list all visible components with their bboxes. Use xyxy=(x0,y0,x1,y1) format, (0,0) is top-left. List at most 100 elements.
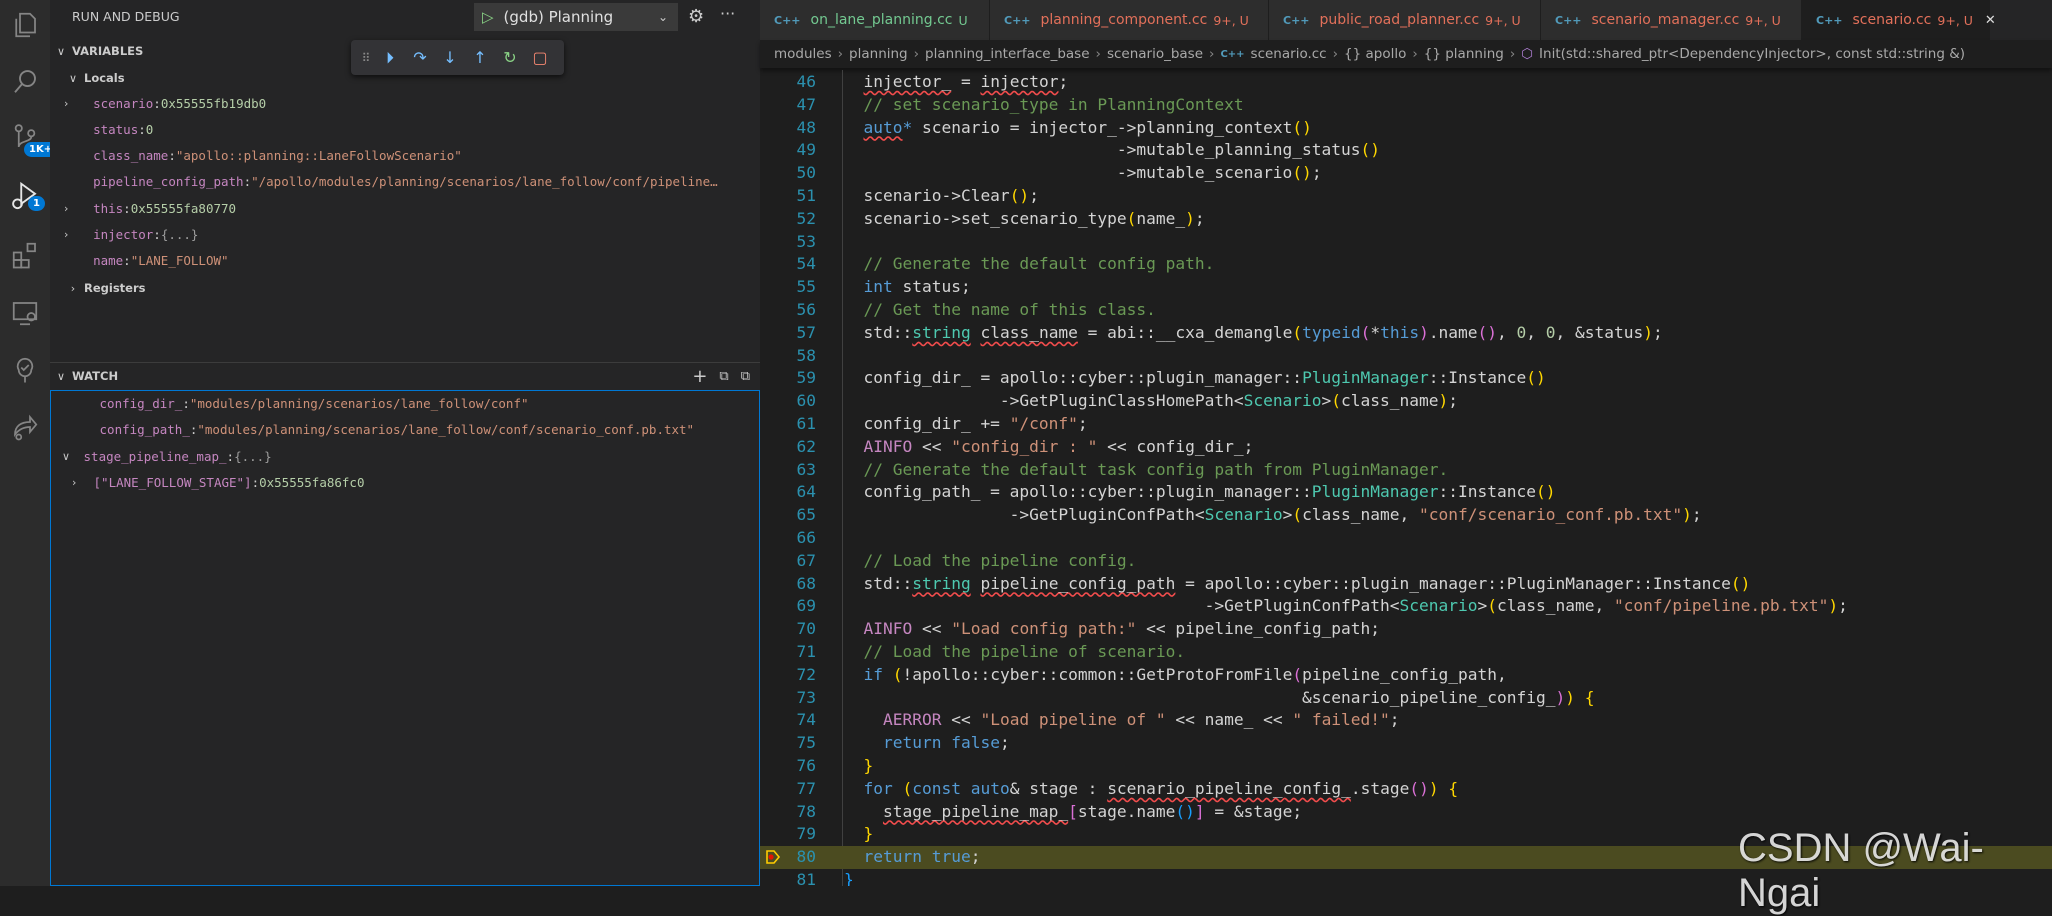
code-line[interactable]: 77 for (const auto& stage : scenario_pip… xyxy=(760,778,2052,801)
code-line[interactable]: 70 AINFO << "Load config path:" << pipel… xyxy=(760,618,2052,641)
code-line[interactable]: 75 return false; xyxy=(760,732,2052,755)
code-line[interactable]: 55 int status; xyxy=(760,276,2052,299)
close-icon[interactable]: ✕ xyxy=(1985,13,1996,28)
code-line[interactable]: 49 ->mutable_planning_status() xyxy=(760,139,2052,162)
watch-row[interactable]: config_dir_: "modules/planning/scenarios… xyxy=(50,390,755,416)
variable-row[interactable]: › scenario: 0x55555fb19db0 xyxy=(50,90,755,116)
breadcrumb-item[interactable]: planning_interface_base xyxy=(925,46,1089,62)
run-debug-icon[interactable]: 1 xyxy=(10,180,45,211)
add-expression-icon[interactable]: + xyxy=(692,366,707,387)
chevron-down-icon[interactable]: ∨ xyxy=(62,450,76,463)
code-editor[interactable]: 46 injector_ = injector; 47 // set scenar… xyxy=(760,70,2052,886)
launch-config-dropdown[interactable]: ▷ (gdb) Planning ⌄ xyxy=(474,3,678,31)
variable-row[interactable]: › injector: {...} xyxy=(50,222,755,248)
code-token: = abi::__cxa_demangle xyxy=(1077,322,1293,342)
watch-row[interactable]: config_path_: "modules/planning/scenario… xyxy=(50,417,755,443)
variable-row[interactable]: pipeline_config_path: "/apollo/modules/p… xyxy=(50,169,755,195)
chevron-right-icon[interactable]: › xyxy=(64,97,78,110)
variable-row[interactable]: name: "LANE_FOLLOW" xyxy=(50,248,755,274)
tab-scenario_manager-cc[interactable]: C++ scenario_manager.cc 9+, U xyxy=(1541,0,1802,40)
code-line[interactable]: 46 injector_ = injector; xyxy=(760,71,2052,94)
code-line[interactable]: 67 // Load the pipeline config. xyxy=(760,550,2052,573)
variable-row[interactable]: class_name: "apollo::planning::LaneFollo… xyxy=(50,143,755,169)
watch-row[interactable]: › ["LANE_FOLLOW_STAGE"]: 0x55555fa86fc0 xyxy=(50,470,755,496)
explorer-icon[interactable] xyxy=(10,10,40,40)
tab-on_lane_planning-cc[interactable]: C++ on_lane_planning.cc U xyxy=(760,0,990,40)
code-line[interactable]: 54 // Generate the default config path. xyxy=(760,253,2052,276)
code-line[interactable]: 74 AERROR << "Load pipeline of " << name… xyxy=(760,709,2052,732)
code-line[interactable]: 48 auto* scenario = injector_->planning_… xyxy=(760,117,2052,140)
code-line[interactable]: 69 ->GetPluginConfPath<Scenario>(class_n… xyxy=(760,595,2052,618)
step-into-icon[interactable]: ↓ xyxy=(439,47,461,69)
current-stack-frame-icon[interactable] xyxy=(765,849,781,865)
code-line[interactable]: 73 &scenario_pipeline_config_)) { xyxy=(760,687,2052,710)
extensions-icon[interactable] xyxy=(10,240,40,270)
gear-icon[interactable]: ⚙ xyxy=(688,6,704,27)
code-line[interactable]: 78 stage_pipeline_map_[stage.name()] = &… xyxy=(760,801,2052,824)
code-line[interactable]: 59 config_dir_ = apollo::cyber::plugin_m… xyxy=(760,367,2052,390)
tab-planning_component-cc[interactable]: C++ planning_component.cc 9+, U xyxy=(990,0,1269,40)
code-line[interactable]: 60 ->GetPluginClassHomePath<Scenario>(cl… xyxy=(760,390,2052,413)
breadcrumb-item[interactable]: {} planning xyxy=(1424,46,1504,62)
code-token: } xyxy=(863,756,874,775)
testing-icon[interactable] xyxy=(10,355,40,385)
code-token: << config_dir_; xyxy=(1097,436,1254,456)
code-token: // Load the pipeline of scenario. xyxy=(863,642,1186,661)
code-line[interactable]: 62 AINFO << "config_dir : " << config_di… xyxy=(760,436,2052,459)
tab-public_road_planner-cc[interactable]: C++ public_road_planner.cc 9+, U xyxy=(1269,0,1541,40)
tab-scenario-cc[interactable]: C++ scenario.cc 9+, U ✕ xyxy=(1802,0,1996,40)
code-line[interactable]: 63 // Generate the default task config p… xyxy=(760,459,2052,482)
breadcrumb-item[interactable]: scenario.cc xyxy=(1251,46,1327,62)
breadcrumb-item[interactable]: planning xyxy=(849,46,908,62)
collapse-all-icon[interactable]: ⧉ xyxy=(719,369,728,384)
code-line[interactable]: 61 config_dir_ += "/conf"; xyxy=(760,413,2052,436)
watch-row[interactable]: ∨ stage_pipeline_map_: {...} xyxy=(50,443,755,469)
code-token: << xyxy=(912,619,952,639)
line-number: 59 xyxy=(796,368,817,388)
code-line[interactable]: 53 xyxy=(760,231,2052,254)
step-out-icon[interactable]: ↑ xyxy=(469,47,491,69)
code-line[interactable]: 50 ->mutable_scenario(); xyxy=(760,162,2052,185)
line-number: 81 xyxy=(796,870,817,886)
code-line[interactable]: 65 ->GetPluginConfPath<Scenario>(class_n… xyxy=(760,504,2052,527)
code-line[interactable]: 71 // Load the pipeline of scenario. xyxy=(760,641,2052,664)
drag-handle-icon[interactable]: ⠿ xyxy=(361,47,371,69)
chevron-right-icon[interactable]: › xyxy=(64,202,78,215)
variable-row[interactable]: status: 0 xyxy=(50,116,755,142)
breadcrumb-item[interactable]: scenario_base xyxy=(1107,46,1203,62)
code-line[interactable]: 51 scenario->Clear(); xyxy=(760,185,2052,208)
code-line[interactable]: 47 // set scenario_type in PlanningConte… xyxy=(760,94,2052,117)
source-control-icon[interactable]: 1K+ xyxy=(10,122,58,157)
more-actions-icon[interactable]: ··· xyxy=(720,4,735,23)
remote-explorer-icon[interactable] xyxy=(10,298,40,328)
code-text: // Generate the default task config path… xyxy=(844,459,1449,482)
code-line[interactable]: 58 xyxy=(760,345,2052,368)
step-over-icon[interactable]: ↷ xyxy=(409,47,431,69)
code-line[interactable]: 64 config_path_ = apollo::cyber::plugin_… xyxy=(760,481,2052,504)
search-icon[interactable] xyxy=(10,66,40,96)
stop-icon[interactable]: ▢ xyxy=(529,47,551,69)
chevron-right-icon[interactable]: › xyxy=(64,228,78,241)
breadcrumb-item[interactable]: Init(std::shared_ptr<DependencyInjector>… xyxy=(1539,46,1965,62)
code-line[interactable]: 56 // Get the name of this class. xyxy=(760,299,2052,322)
code-line[interactable]: 52 scenario->set_scenario_type(name_); xyxy=(760,208,2052,231)
code-line[interactable]: 66 xyxy=(760,527,2052,550)
watch-section-header[interactable]: ∨ WATCH + ⧉ ⧉ xyxy=(50,363,760,389)
code-line[interactable]: 72 if (!apollo::cyber::common::GetProtoF… xyxy=(760,664,2052,687)
restart-icon[interactable]: ↻ xyxy=(499,47,521,69)
registers-scope[interactable]: › Registers xyxy=(50,275,760,301)
code-line[interactable]: 68 std::string pipeline_config_path = ap… xyxy=(760,573,2052,596)
chevron-right-icon[interactable]: › xyxy=(72,476,86,489)
code-token: string xyxy=(912,322,971,342)
code-line[interactable]: 76 } xyxy=(760,755,2052,778)
breadcrumb-item[interactable]: modules xyxy=(774,46,832,62)
variable-row[interactable]: › this: 0x55555fa80770 xyxy=(50,195,755,221)
breadcrumb-item[interactable]: {} apollo xyxy=(1344,46,1406,62)
remove-all-expressions-icon[interactable]: ⧉ xyxy=(741,369,750,384)
code-line[interactable]: 57 std::string class_name = abi::__cxa_d… xyxy=(760,322,2052,345)
share-icon[interactable] xyxy=(10,412,40,442)
start-debugging-icon[interactable]: ▷ xyxy=(482,8,494,26)
continue-icon[interactable]: ⏵ xyxy=(379,47,401,69)
code-token: &scenario_pipeline_config_ xyxy=(844,687,1556,707)
